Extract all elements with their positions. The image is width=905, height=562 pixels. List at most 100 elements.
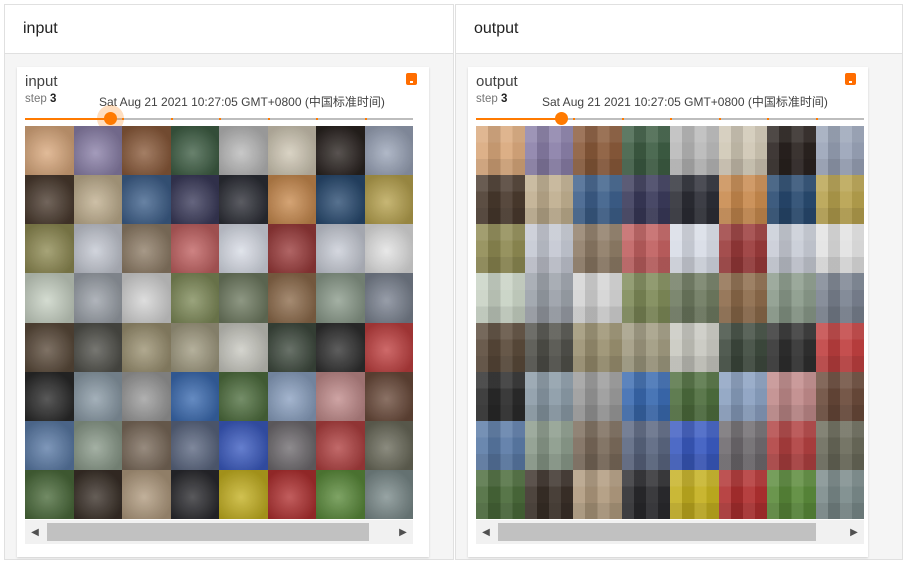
image-thumbnail <box>815 469 864 519</box>
image-thumbnail <box>25 224 74 274</box>
horizontal-scrollbar[interactable]: ◀ ▶ <box>25 520 413 544</box>
image-thumbnail <box>718 126 767 176</box>
image-thumbnail <box>815 273 864 323</box>
scroll-left-icon[interactable]: ◀ <box>25 520 45 544</box>
image-thumbnail <box>573 175 622 225</box>
image-thumbnail <box>621 420 670 470</box>
image-thumbnail <box>122 126 171 176</box>
image-thumbnail <box>573 126 622 176</box>
image-thumbnail <box>524 420 573 470</box>
image-thumbnail <box>73 273 122 323</box>
scroll-thumb[interactable] <box>498 523 816 541</box>
image-thumbnail <box>718 469 767 519</box>
image-thumbnail <box>122 469 171 519</box>
image-thumbnail <box>122 420 171 470</box>
image-thumbnail <box>316 322 365 372</box>
slider-fill <box>25 118 111 120</box>
download-icon[interactable] <box>845 73 856 85</box>
image-thumbnail <box>267 175 316 225</box>
image-thumbnail <box>573 371 622 421</box>
image-thumbnail <box>364 420 413 470</box>
image-thumbnail <box>122 371 171 421</box>
image-thumbnail <box>219 126 268 176</box>
download-icon[interactable] <box>406 73 417 85</box>
step-slider[interactable] <box>476 112 864 126</box>
image-thumbnail <box>524 273 573 323</box>
image-thumbnail <box>25 175 74 225</box>
image-thumbnail <box>767 420 816 470</box>
image-thumbnail <box>25 126 74 176</box>
step-label: step <box>476 93 498 105</box>
image-thumbnail <box>25 420 74 470</box>
image-thumbnail <box>815 126 864 176</box>
image-thumbnail <box>122 224 171 274</box>
image-thumbnail <box>767 371 816 421</box>
image-thumbnail <box>73 175 122 225</box>
image-thumbnail <box>476 224 525 274</box>
output-panel: output output step 3 Sat Aug 21 2021 10:… <box>455 4 903 560</box>
scroll-left-icon[interactable]: ◀ <box>476 520 496 544</box>
step-slider[interactable] <box>25 112 413 126</box>
image-thumbnail <box>219 420 268 470</box>
image-thumbnail <box>170 126 219 176</box>
panel-title: output <box>474 20 519 37</box>
panel-header: input <box>5 5 453 54</box>
slider-tick <box>524 118 527 120</box>
image-thumbnail <box>767 322 816 372</box>
scroll-right-icon[interactable]: ▶ <box>844 520 864 544</box>
image-thumbnail <box>267 371 316 421</box>
step-indicator: step 3 <box>25 93 56 105</box>
image-thumbnail <box>316 420 365 470</box>
image-thumbnail <box>476 322 525 372</box>
image-thumbnail <box>621 322 670 372</box>
image-thumbnail <box>267 469 316 519</box>
image-thumbnail <box>476 469 525 519</box>
step-label: step <box>25 93 47 105</box>
image-thumbnail <box>573 420 622 470</box>
slider-tick <box>170 118 173 120</box>
image-thumbnail <box>621 273 670 323</box>
image-thumbnail <box>524 469 573 519</box>
image-thumbnail <box>670 126 719 176</box>
image-thumbnail <box>73 420 122 470</box>
image-grid <box>25 126 413 519</box>
image-thumbnail <box>25 322 74 372</box>
image-thumbnail <box>267 322 316 372</box>
image-thumbnail <box>718 224 767 274</box>
image-thumbnail <box>670 175 719 225</box>
image-thumbnail <box>25 371 74 421</box>
image-grid <box>476 126 864 519</box>
image-thumbnail <box>524 175 573 225</box>
image-thumbnail <box>573 273 622 323</box>
image-thumbnail <box>170 224 219 274</box>
image-thumbnail <box>170 322 219 372</box>
image-thumbnail <box>718 175 767 225</box>
image-thumbnail <box>621 126 670 176</box>
image-thumbnail <box>524 322 573 372</box>
image-thumbnail <box>670 224 719 274</box>
image-thumbnail <box>573 469 622 519</box>
image-thumbnail <box>621 175 670 225</box>
image-thumbnail <box>767 175 816 225</box>
image-thumbnail <box>718 273 767 323</box>
image-thumbnail <box>170 469 219 519</box>
image-thumbnail <box>364 322 413 372</box>
scroll-thumb[interactable] <box>47 523 369 541</box>
image-thumbnail <box>122 273 171 323</box>
image-thumbnail <box>573 224 622 274</box>
image-thumbnail <box>364 126 413 176</box>
scroll-right-icon[interactable]: ▶ <box>393 520 413 544</box>
slider-tick <box>670 118 672 120</box>
slider-tick <box>219 118 221 120</box>
image-thumbnail <box>219 371 268 421</box>
image-thumbnail <box>122 175 171 225</box>
image-thumbnail <box>815 175 864 225</box>
slider-tick <box>364 118 367 120</box>
slider-thumb[interactable] <box>555 112 569 125</box>
image-thumbnail <box>219 224 268 274</box>
slider-thumb[interactable] <box>104 112 118 125</box>
image-thumbnail <box>815 224 864 274</box>
image-thumbnail <box>621 371 670 421</box>
horizontal-scrollbar[interactable]: ◀ ▶ <box>476 520 864 544</box>
timestamp: Sat Aug 21 2021 10:27:05 GMT+0800 (中国标准时… <box>99 95 385 109</box>
